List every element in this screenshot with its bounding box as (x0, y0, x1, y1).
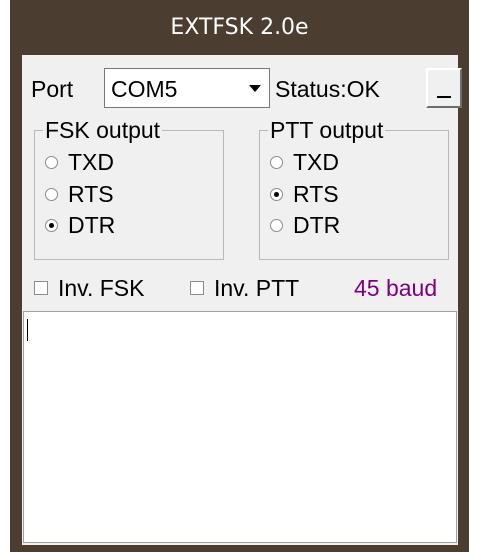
radio-button-checked[interactable] (270, 187, 283, 201)
inv-ptt-checkbox[interactable]: Inv. PTT (190, 272, 299, 304)
fsk-radio-dtr[interactable]: DTR (45, 210, 115, 240)
fsk-radio-txd-label: TXD (68, 148, 114, 175)
app-window: EXTFSK 2.0e Port COM5 Status:OK FSK outp… (10, 0, 469, 552)
ptt-radio-txd[interactable]: TXD (270, 147, 339, 177)
ptt-output-group: PTT output TXD RTS DTR (259, 117, 449, 260)
chevron-down-icon[interactable] (244, 79, 266, 97)
fsk-radio-dtr-label: DTR (68, 211, 116, 238)
text-caret (27, 319, 28, 341)
ptt-output-title: PTT output (268, 117, 386, 143)
port-label: Port (31, 76, 74, 102)
baud-rate-label: 45 baud (354, 275, 438, 301)
radio-button-checked[interactable] (45, 218, 58, 232)
checkbox[interactable] (34, 281, 48, 295)
minimize-icon (437, 96, 451, 98)
ptt-radio-dtr-label: DTR (293, 211, 341, 238)
radio-button[interactable] (270, 155, 283, 169)
title-bar[interactable]: EXTFSK 2.0e (10, 0, 469, 55)
fsk-radio-rts-label: RTS (68, 180, 114, 207)
ptt-radio-dtr[interactable]: DTR (270, 210, 340, 240)
fsk-radio-rts[interactable]: RTS (45, 179, 114, 209)
inv-ptt-label: Inv. PTT (214, 274, 300, 301)
radio-button[interactable] (45, 187, 58, 201)
ptt-radio-rts-label: RTS (293, 180, 339, 207)
fsk-output-group: FSK output TXD RTS DTR (34, 117, 224, 260)
port-select-value: COM5 (111, 76, 178, 102)
status-text: Status:OK (275, 76, 380, 102)
inv-fsk-checkbox[interactable]: Inv. FSK (34, 272, 145, 304)
radio-button[interactable] (45, 155, 58, 169)
minimize-button[interactable] (426, 68, 462, 108)
ptt-radio-rts[interactable]: RTS (270, 179, 339, 209)
fsk-output-title: FSK output (43, 117, 163, 143)
inv-fsk-label: Inv. FSK (58, 274, 145, 301)
text-area[interactable] (23, 311, 457, 543)
radio-button[interactable] (270, 218, 283, 232)
ptt-radio-txd-label: TXD (293, 148, 339, 175)
checkbox[interactable] (190, 281, 204, 295)
port-select[interactable]: COM5 (104, 68, 270, 108)
client-area: Port COM5 Status:OK FSK output TXD RTS D… (22, 55, 462, 545)
fsk-radio-txd[interactable]: TXD (45, 147, 114, 177)
window-title: EXTFSK 2.0e (170, 15, 309, 40)
